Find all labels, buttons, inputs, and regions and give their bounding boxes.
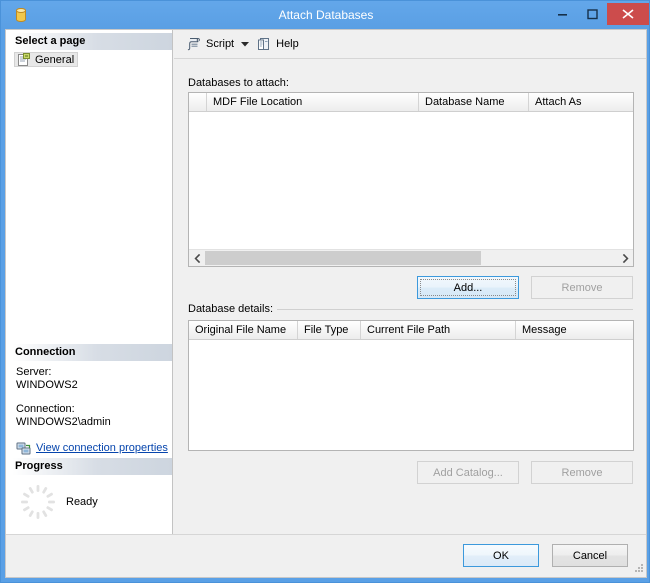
dialog-client-area: Select a page General Connection Server:… [5,29,647,578]
databases-to-attach-label: Databases to attach: [188,77,293,89]
maximize-button[interactable] [577,3,607,25]
databases-to-attach-grid[interactable]: MDF File Location Database Name Attach A… [188,92,634,267]
attach-grid-header-row: MDF File Location Database Name Attach A… [189,93,633,112]
view-connection-properties-row[interactable]: View connection properties [16,440,168,456]
remove-attach-button[interactable]: Remove [531,276,633,299]
column-header-original-file-name[interactable]: Original File Name [189,321,298,339]
help-label: Help [276,38,299,50]
add-catalog-button[interactable]: Add Catalog... [417,461,519,484]
connection-value: WINDOWS2\admin [16,416,111,428]
ok-button[interactable]: OK [463,544,539,567]
progress-status-text: Ready [66,496,98,508]
dialog-footer: OK Cancel [6,534,646,577]
database-cylinder-icon [13,7,29,23]
page-list: General [14,52,166,67]
close-button[interactable] [607,3,649,25]
attach-grid-horizontal-scrollbar[interactable] [189,249,633,266]
help-document-icon [256,36,272,52]
chevron-left-icon[interactable] [189,250,205,266]
connection-group: Connection: WINDOWS2\admin [16,403,168,429]
attach-grid-body[interactable] [189,112,633,266]
column-header-message[interactable]: Message [516,321,633,339]
sidebar-item-label: General [35,53,75,66]
add-button[interactable]: Add... [417,276,519,299]
toolbar: Script Help [174,30,646,59]
server-group: Server: WINDOWS2 [16,366,168,392]
details-grid-body[interactable] [189,340,633,450]
select-a-page-header: Select a page [6,33,172,50]
view-connection-properties-link[interactable]: View connection properties [36,442,168,455]
remove-details-button[interactable]: Remove [531,461,633,484]
column-header-attach-as[interactable]: Attach As [529,93,633,111]
column-header-current-file-path[interactable]: Current File Path [361,321,516,339]
chevron-right-icon[interactable] [617,250,633,266]
sidebar: Select a page General Connection Server:… [6,30,173,577]
connection-server-icon [16,440,32,456]
script-button[interactable]: Script [182,34,238,55]
main-pane: Script Help Databases to attach: MDF Fil… [174,30,646,577]
progress-spinner-icon [18,482,58,522]
connection-header: Connection [6,344,172,361]
progress-panel: Ready [18,482,168,522]
database-details-label: Database details: [188,303,277,315]
page-general-icon [17,52,31,67]
connection-label: Connection: [16,403,75,415]
help-button[interactable]: Help [252,34,303,55]
progress-header: Progress [6,458,172,475]
title-bar[interactable]: Attach Databases [1,1,649,29]
script-icon [186,36,202,52]
server-label: Server: [16,366,52,378]
column-header-database-name[interactable]: Database Name [419,93,529,111]
sidebar-item-general[interactable]: General [14,52,79,67]
chevron-down-icon[interactable] [238,34,252,55]
attach-databases-dialog: Attach Databases Select a page General C… [0,0,650,583]
details-grid-header-row: Original File Name File Type Current Fil… [189,321,633,340]
database-details-grid[interactable]: Original File Name File Type Current Fil… [188,320,634,451]
scrollbar-track[interactable] [205,250,617,266]
resize-grip-icon[interactable] [632,563,644,575]
attach-grid-row-selector-gutter [189,93,207,111]
minimize-button[interactable] [547,3,577,25]
script-label: Script [206,38,235,50]
connection-panel: Server: WINDOWS2 Connection: WINDOWS2\ad… [16,366,168,456]
column-header-mdf-file-location[interactable]: MDF File Location [207,93,419,111]
server-value: WINDOWS2 [16,379,78,391]
column-header-file-type[interactable]: File Type [298,321,361,339]
cancel-button[interactable]: Cancel [552,544,628,567]
scrollbar-thumb[interactable] [205,251,482,265]
